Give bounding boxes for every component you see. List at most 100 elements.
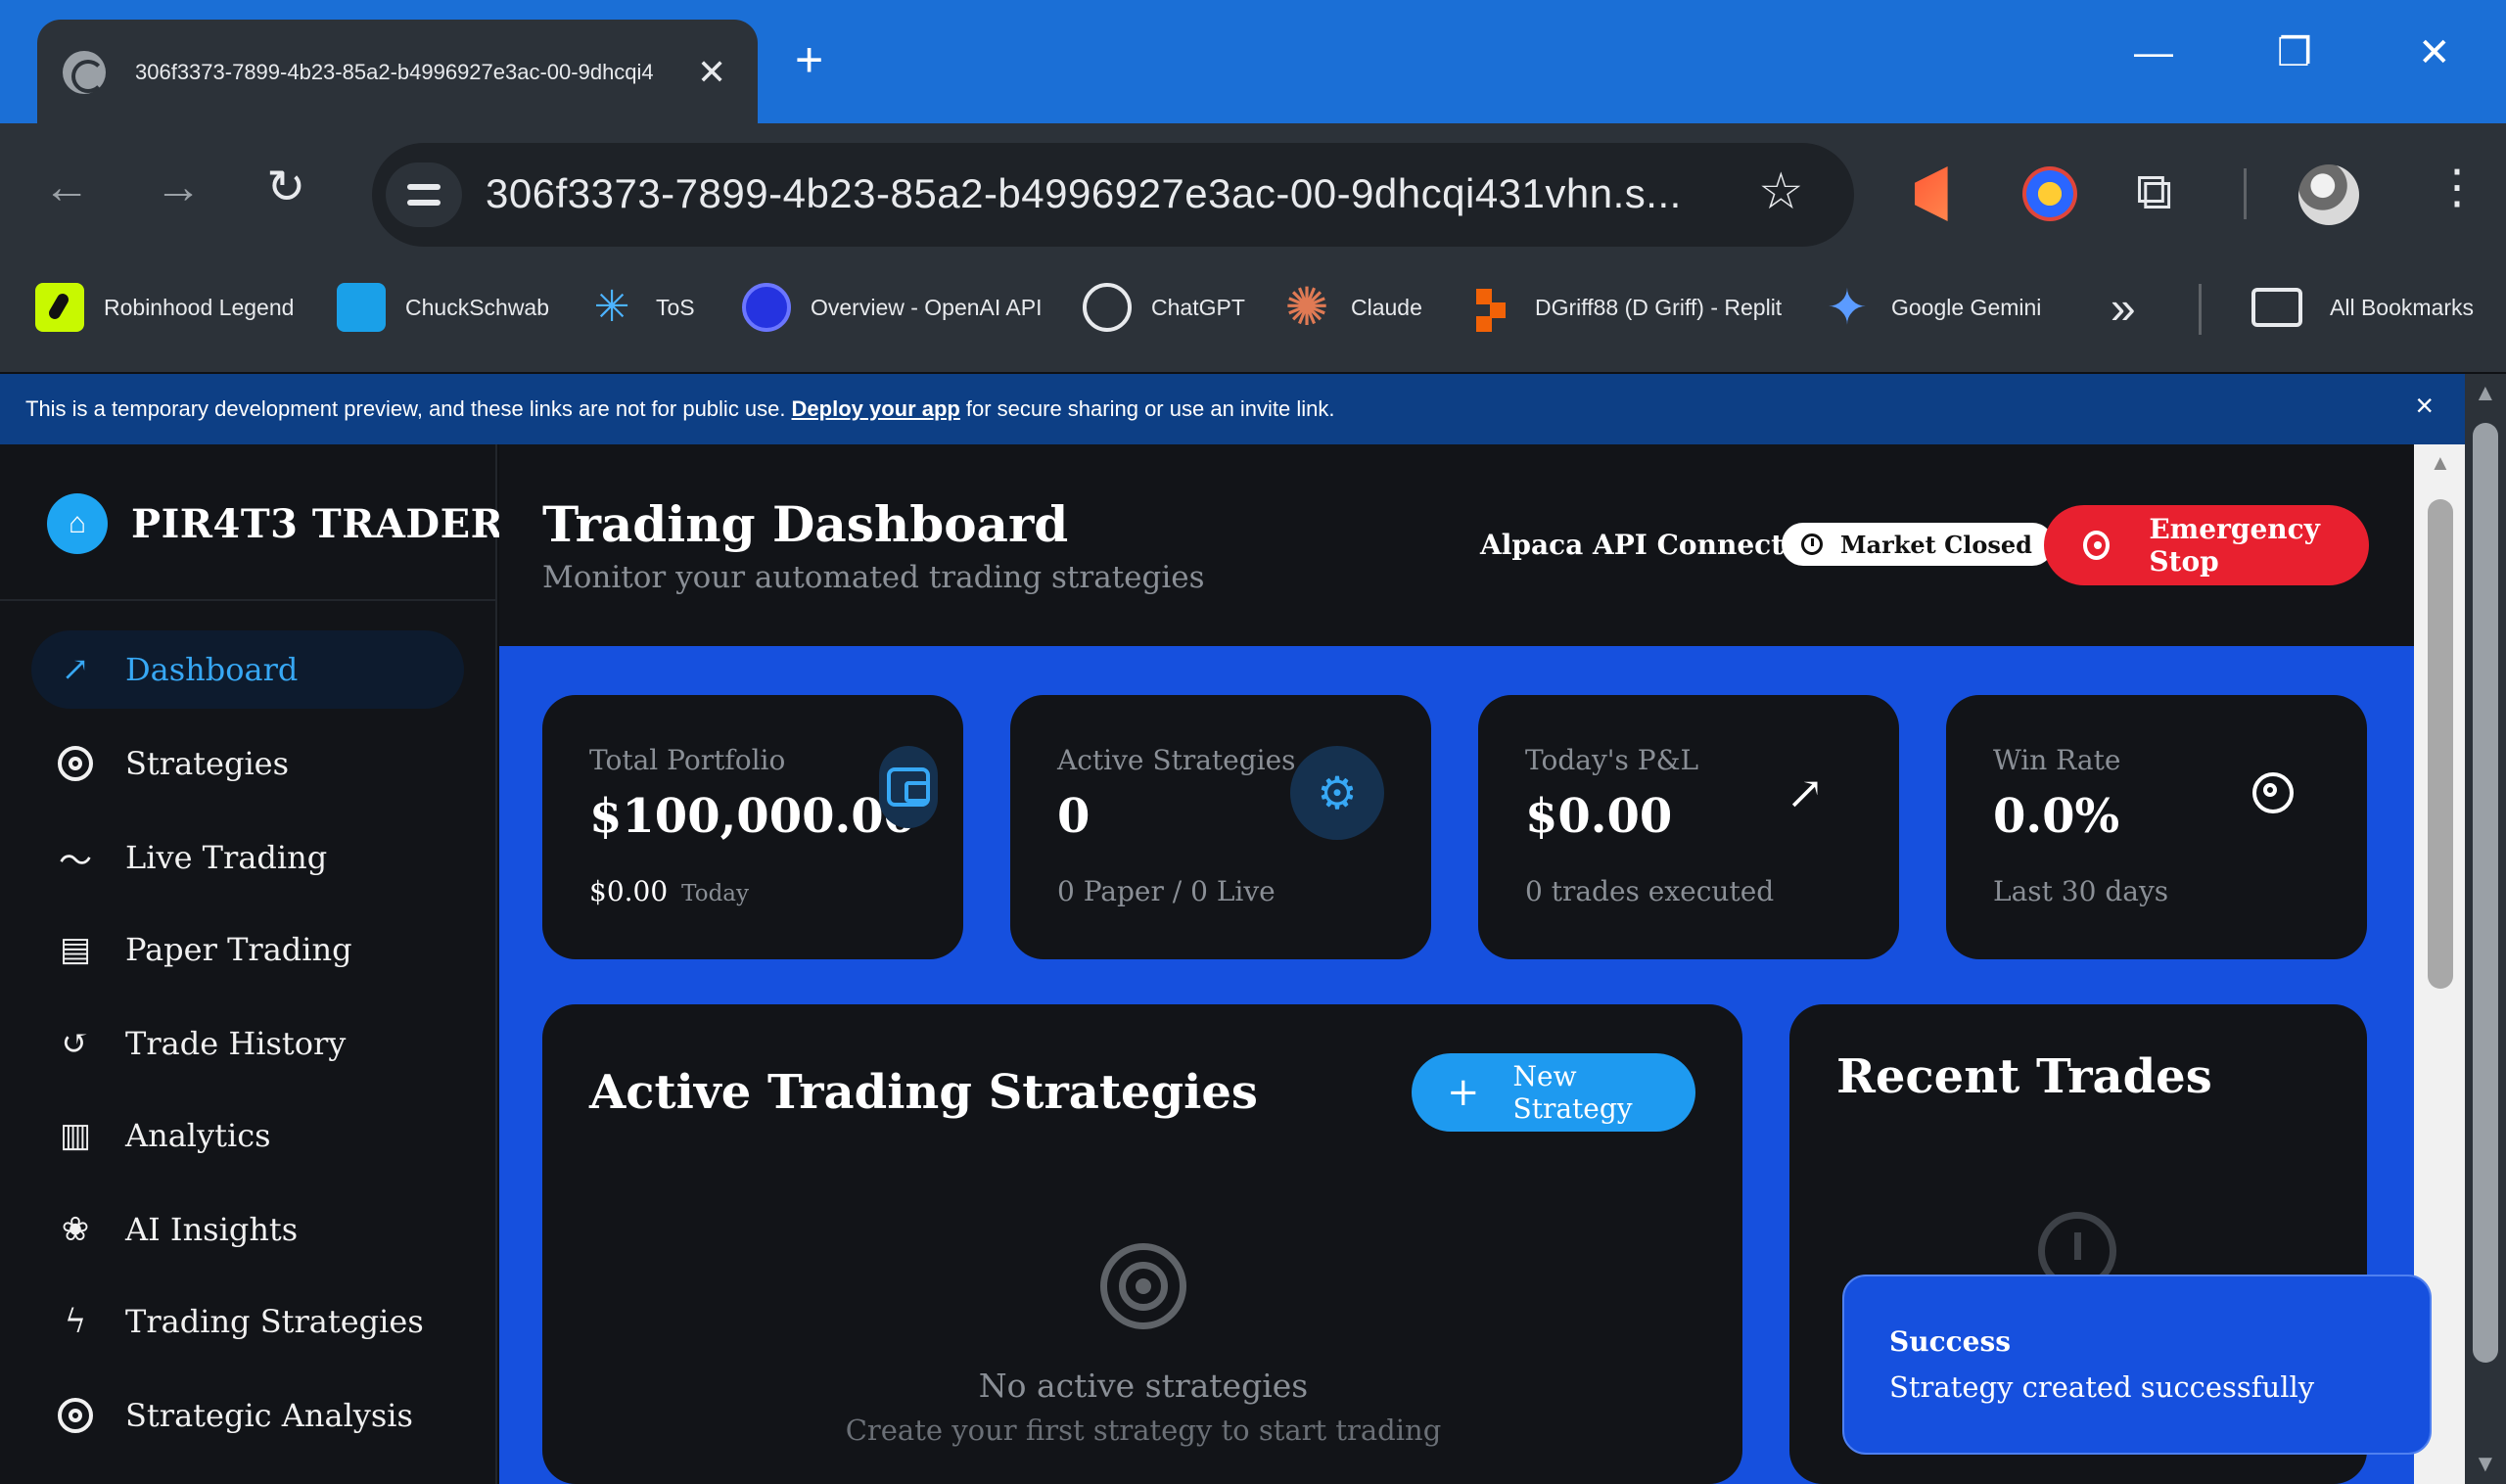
- market-status-label: Market Closed: [1840, 530, 2032, 559]
- success-toast[interactable]: Success Strategy created successfully: [1842, 1275, 2432, 1455]
- bookmark-label: Google Gemini: [1891, 294, 2042, 320]
- stat-foot: $0.00 Today: [589, 875, 749, 907]
- all-bookmarks[interactable]: All Bookmarks: [2251, 278, 2474, 337]
- new-strategy-label: New Strategy: [1512, 1060, 1633, 1125]
- forward-icon[interactable]: →: [155, 164, 202, 211]
- bookmark-label: Robinhood Legend: [104, 294, 295, 320]
- toast-message: Strategy created successfully: [1889, 1370, 2315, 1404]
- notice-text: This is a temporary development preview,…: [25, 396, 786, 421]
- restore-button[interactable]: ❐: [2277, 33, 2312, 72]
- sidebar-item-strategic-analysis[interactable]: Strategic Analysis: [31, 1376, 464, 1455]
- bookmarks-divider: [2199, 284, 2202, 335]
- new-strategy-button[interactable]: + New Strategy: [1412, 1053, 1695, 1132]
- plus-icon: +: [1447, 1070, 1480, 1115]
- stat-foot-value: $0.00: [589, 875, 669, 907]
- site-info-icon[interactable]: [386, 162, 462, 227]
- sidebar-item-label: Analytics: [125, 1117, 271, 1154]
- bar-chart-icon: ▥: [59, 1116, 92, 1155]
- target-icon: [55, 1395, 96, 1436]
- sidebar-item-label: Trading Strategies: [125, 1303, 424, 1340]
- empty-state-subtitle: Create your first strategy to start trad…: [845, 1414, 1442, 1447]
- bookmark-openai[interactable]: Overview - OpenAI API: [742, 278, 1042, 337]
- bookmark-chatgpt[interactable]: ChatGPT: [1083, 278, 1245, 337]
- dev-preview-banner: This is a temporary development preview,…: [0, 374, 2465, 444]
- target-icon: [55, 743, 96, 784]
- tab-title: 306f3373-7899-4b23-85a2-b4996927e3ac-00-…: [135, 60, 654, 84]
- profile-avatar[interactable]: [2298, 164, 2359, 225]
- bookmark-label: ChatGPT: [1151, 294, 1245, 320]
- panel-title: Active Trading Strategies: [589, 1065, 1258, 1120]
- more-bookmarks-icon[interactable]: »: [2111, 278, 2136, 337]
- sidebar-item-trade-history[interactable]: ↺ Trade History: [31, 1004, 464, 1083]
- bookmark-schwab[interactable]: ChuckSchwab: [337, 278, 549, 337]
- sidebar-item-analytics[interactable]: ▥ Analytics: [31, 1096, 464, 1175]
- bookmark-label: Claude: [1351, 294, 1422, 320]
- sidebar-item-paper-trading[interactable]: ▤ Paper Trading: [31, 910, 464, 989]
- brand-logo[interactable]: ⌂ PIR4T3 TRADER: [47, 493, 503, 554]
- page-scrollbar[interactable]: ▲ ▼: [2465, 374, 2506, 1484]
- scroll-up-icon[interactable]: ▲: [2430, 450, 2451, 476]
- bookmark-robinhood[interactable]: Robinhood Legend: [35, 278, 294, 337]
- browser-menu-icon[interactable]: ⋮: [2434, 164, 2481, 211]
- emergency-stop-button[interactable]: Emergency Stop: [2044, 505, 2369, 585]
- claude-icon: ✺: [1284, 278, 1329, 337]
- stat-card-active-strategies: Active Strategies 0 0 Paper / 0 Live ⚙: [1010, 695, 1431, 959]
- url-text[interactable]: 306f3373-7899-4b23-85a2-b4996927e3ac-00-…: [486, 170, 1682, 217]
- stat-label: Today's P&L: [1525, 744, 1699, 776]
- sidebar-item-label: Paper Trading: [125, 931, 352, 968]
- scroll-down-icon[interactable]: ▼: [2474, 1453, 2497, 1476]
- history-icon: ↺: [61, 1024, 90, 1063]
- close-window-button[interactable]: ✕: [2418, 33, 2451, 72]
- bookmark-label: ChuckSchwab: [405, 294, 550, 320]
- sidebar-item-strategies[interactable]: Strategies: [31, 724, 464, 803]
- stat-foot: 0 Paper / 0 Live: [1057, 875, 1276, 907]
- bookmark-label: Overview - OpenAI API: [811, 294, 1043, 320]
- new-tab-button[interactable]: +: [795, 35, 823, 84]
- sidebar-item-label: Strategic Analysis: [125, 1397, 413, 1434]
- sidebar-item-live-trading[interactable]: 〜 Live Trading: [31, 818, 464, 897]
- brain-icon: ❀: [61, 1210, 90, 1249]
- sidebar-item-label: Live Trading: [125, 839, 328, 876]
- stat-label: Active Strategies: [1057, 744, 1296, 776]
- sidebar-item-dashboard[interactable]: ↗ Dashboard: [31, 630, 464, 709]
- zap-icon: ϟ: [64, 1302, 87, 1341]
- replit-icon: [1466, 283, 1515, 332]
- bot-icon: ⌂: [47, 493, 108, 554]
- close-icon[interactable]: ×: [2415, 390, 2434, 421]
- bookmark-label: DGriff88 (D Griff) - Replit: [1535, 294, 1783, 320]
- stat-label: Total Portfolio: [589, 744, 786, 776]
- trending-up-icon: ↗: [61, 650, 90, 689]
- stat-value: 0.0%: [1993, 789, 2120, 844]
- sidebar-item-label: AI Insights: [125, 1211, 299, 1248]
- globe-icon: [63, 51, 106, 94]
- browser-tab[interactable]: 306f3373-7899-4b23-85a2-b4996927e3ac-00-…: [37, 20, 758, 125]
- empty-state-title: No active strategies: [978, 1367, 1309, 1405]
- sidebar-item-trading-strategies[interactable]: ϟ Trading Strategies: [31, 1282, 464, 1361]
- openai-icon: [742, 283, 791, 332]
- toolbar-divider: [2244, 168, 2247, 219]
- minimize-button[interactable]: —: [2134, 33, 2173, 72]
- bookmark-star-icon[interactable]: ☆: [1758, 166, 1804, 217]
- scrollbar-thumb[interactable]: [2428, 499, 2453, 989]
- bookmark-claude[interactable]: ✺ Claude: [1282, 278, 1422, 337]
- bookmark-replit[interactable]: DGriff88 (D Griff) - Replit: [1466, 278, 1782, 337]
- back-icon[interactable]: ←: [43, 164, 90, 211]
- bookmark-gemini[interactable]: ✦ Google Gemini: [1823, 278, 2041, 337]
- deploy-app-link[interactable]: Deploy your app: [792, 396, 960, 422]
- scroll-up-icon[interactable]: ▲: [2474, 382, 2497, 405]
- schwab-icon: [337, 283, 386, 332]
- sidebar-item-label: Dashboard: [125, 651, 299, 688]
- reload-icon[interactable]: ↻: [266, 164, 305, 211]
- stat-foot: 0 trades executed: [1525, 875, 1775, 907]
- bookmark-tos[interactable]: ✳ ToS: [587, 278, 695, 337]
- clock-icon: [1801, 533, 1823, 555]
- tos-icon: ✳: [593, 283, 630, 331]
- extension-brain-icon[interactable]: [2022, 166, 2077, 221]
- scrollbar-thumb[interactable]: [2473, 423, 2498, 1363]
- toast-title: Success: [1889, 1325, 2012, 1358]
- sidebar-item-label: Strategies: [125, 745, 290, 782]
- extensions-puzzle-icon[interactable]: ⧉: [2136, 166, 2191, 221]
- trending-up-icon: ↗: [1786, 766, 1825, 819]
- tab-close-icon[interactable]: ✕: [697, 55, 726, 90]
- sidebar-item-ai-insights[interactable]: ❀ AI Insights: [31, 1190, 464, 1269]
